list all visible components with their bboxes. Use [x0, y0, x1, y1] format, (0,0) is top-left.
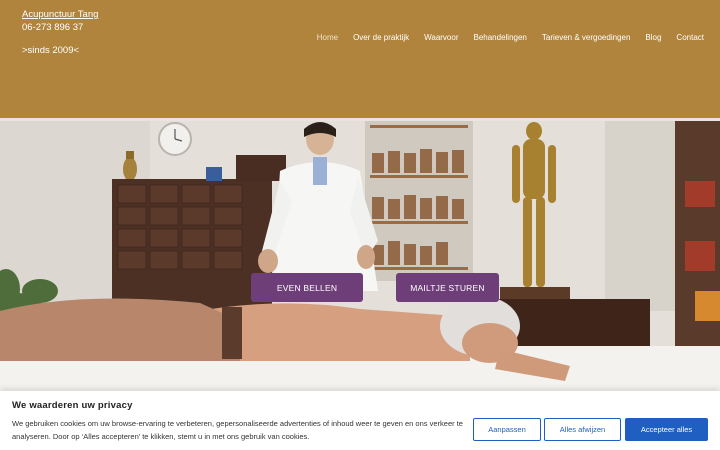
call-button[interactable]: EVEN BELLEN: [251, 273, 363, 302]
nav-behandelingen[interactable]: Behandelingen: [474, 33, 527, 42]
cookie-title: We waarderen uw privacy: [12, 400, 133, 411]
nav-contact[interactable]: Contact: [676, 33, 704, 42]
nav-tarieven[interactable]: Tarieven & vergoedingen: [542, 33, 631, 42]
accept-all-button[interactable]: Accepteer alles: [625, 418, 708, 441]
nav-over-de-praktijk[interactable]: Over de praktijk: [353, 33, 409, 42]
brand-since: >sinds 2009<: [22, 45, 80, 56]
brand: Acupunctuur Tang 06-273 896 37 >sinds 20…: [22, 8, 98, 57]
nav-waarvoor[interactable]: Waarvoor: [424, 33, 458, 42]
site-header: Acupunctuur Tang 06-273 896 37 >sinds 20…: [0, 0, 720, 118]
hero-image: [0, 121, 720, 391]
brand-phone[interactable]: 06-273 896 37: [22, 21, 98, 34]
clock-icon: [158, 122, 192, 156]
customize-button[interactable]: Aanpassen: [473, 418, 541, 441]
reject-all-button[interactable]: Alles afwijzen: [544, 418, 621, 441]
nav-home[interactable]: Home: [317, 33, 338, 42]
hero-section: EVEN BELLEN MAILTJE STUREN: [0, 121, 720, 391]
brand-name-link[interactable]: Acupunctuur Tang: [22, 8, 98, 21]
main-nav: Home Over de praktijk Waarvoor Behandeli…: [317, 33, 704, 42]
mail-button[interactable]: MAILTJE STUREN: [396, 273, 499, 302]
nav-blog[interactable]: Blog: [645, 33, 661, 42]
cookie-text: We gebruiken cookies om uw browse-ervari…: [12, 419, 463, 441]
